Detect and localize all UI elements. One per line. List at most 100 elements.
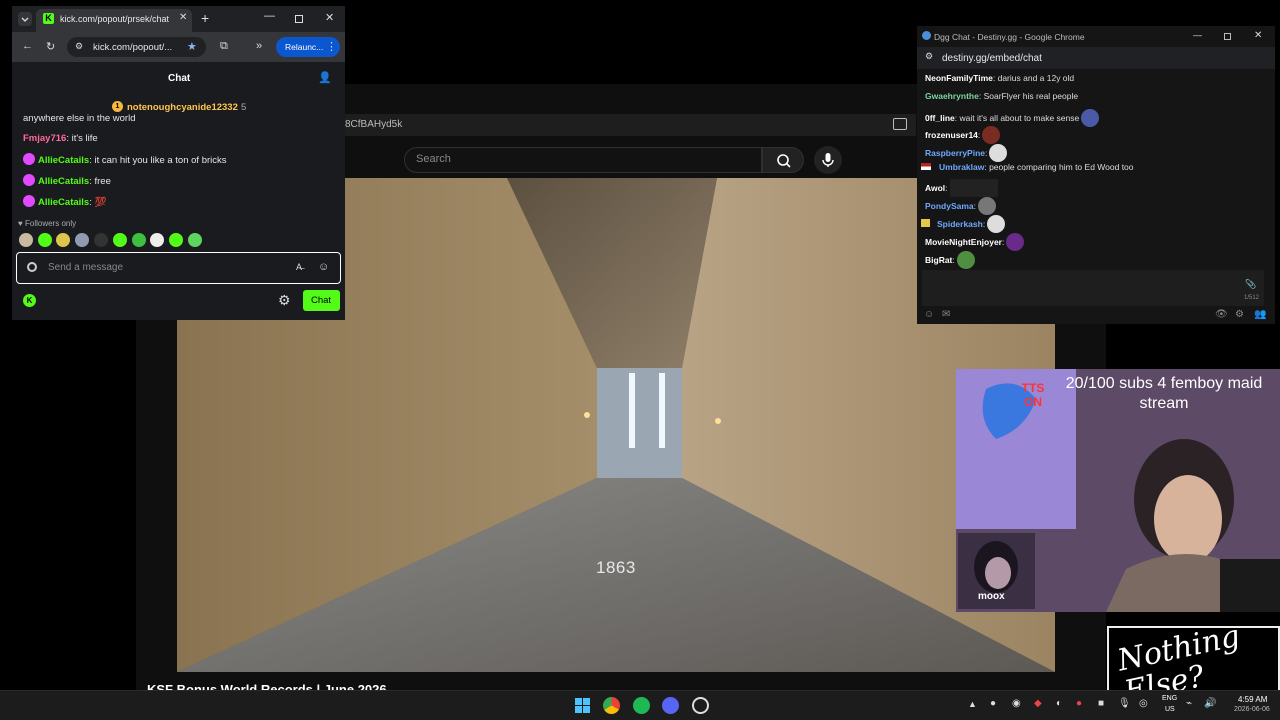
search-input[interactable] (404, 147, 762, 173)
more-tools-icon[interactable]: » (256, 40, 262, 52)
emote-icon[interactable] (188, 233, 202, 247)
tray-app-icon[interactable]: ● (990, 698, 996, 709)
emote-icon (987, 215, 1006, 233)
emote-icon[interactable] (56, 233, 70, 247)
message-username[interactable]: AllieCatails (38, 197, 89, 208)
emote-icon[interactable] (38, 233, 52, 247)
maximize-icon[interactable] (1224, 33, 1231, 40)
users-icon[interactable]: 👥 (1254, 309, 1266, 320)
emote-icon[interactable] (19, 233, 33, 247)
open-external-icon[interactable] (893, 118, 907, 130)
emote-icon[interactable] (169, 233, 183, 247)
dgg-char-count: 1/512 (1244, 295, 1260, 301)
emote-icon[interactable] (132, 233, 146, 247)
tray-app-icon[interactable]: ◐ (1056, 698, 1062, 709)
message-username[interactable]: AllieCatails (38, 176, 89, 187)
clock-date: 2026-06-06 (1234, 706, 1270, 713)
kick-tab-title: kick.com/popout/prsek/chat (60, 14, 170, 24)
dgg-username[interactable]: PondySama (925, 201, 974, 211)
gear-icon[interactable]: ⚙ (278, 292, 291, 309)
site-info-icon[interactable]: ⚙ (925, 51, 933, 62)
message-text: : free (89, 176, 111, 187)
dgg-message-input[interactable] (922, 270, 1264, 306)
dgg-username[interactable]: 0ff_line (925, 113, 955, 123)
bookmark-star-icon[interactable]: ★ (187, 40, 197, 53)
attach-icon[interactable]: 📎 (1245, 279, 1256, 290)
dgg-window-title: Dgg Chat - Destiny.gg - Google Chrome (934, 32, 1085, 42)
emote-icon (1081, 109, 1100, 127)
microphone-icon[interactable]: 🎙 (1118, 698, 1131, 709)
extensions-icon[interactable]: ⧉ (220, 40, 228, 53)
pinned-username[interactable]: notenoughcyanide12332 (127, 102, 238, 113)
tray-app-icon[interactable]: ■ (1098, 698, 1104, 709)
dgg-username[interactable]: Spiderkash (937, 219, 983, 229)
tab-search-button[interactable] (18, 12, 32, 26)
message-username[interactable]: Fmjay716 (23, 133, 66, 144)
watch-icon[interactable]: 👁 (1215, 309, 1228, 320)
steam-icon[interactable]: ◉ (1012, 698, 1021, 709)
back-icon[interactable]: ← (22, 40, 33, 52)
tray-app-icon[interactable]: ● (1076, 698, 1082, 709)
emote-icon (949, 179, 998, 197)
brave-icon[interactable]: ◆ (1034, 698, 1042, 709)
message-text: anywhere else in the world (23, 113, 136, 124)
dgg-text: : (973, 201, 977, 211)
emote-icon[interactable] (94, 233, 108, 247)
chrome-icon[interactable] (603, 697, 620, 714)
obs-icon[interactable] (692, 697, 709, 714)
network-icon[interactable]: ⌁ (1186, 698, 1192, 709)
maximize-icon[interactable] (295, 15, 303, 23)
reload-icon[interactable]: ↻ (46, 40, 55, 53)
send-chat-label: Chat (311, 295, 332, 306)
dgg-username[interactable]: BigRat (925, 255, 952, 265)
video-overlay-number: 1863 (596, 558, 636, 577)
emoji-icon[interactable]: ☺ (924, 309, 934, 320)
dgg-message: BigRat: (925, 251, 975, 269)
chat-message: AllieCatails: 💯 (23, 195, 106, 208)
spotify-icon[interactable] (633, 697, 650, 714)
emote-icon (956, 251, 975, 269)
volume-icon[interactable]: 🔊 (1204, 698, 1216, 709)
search-placeholder: Search (416, 153, 451, 165)
close-window-icon[interactable]: ✕ (325, 11, 334, 24)
dgg-username[interactable]: Awol (925, 183, 945, 193)
dgg-username[interactable]: frozenuser14 (925, 130, 978, 140)
message-username[interactable]: AllieCatails (38, 155, 89, 166)
kick-logo-icon[interactable]: K (23, 294, 36, 307)
subscriber-badge-icon (23, 195, 35, 207)
record-icon[interactable] (27, 262, 37, 272)
new-tab-icon[interactable]: + (201, 10, 209, 26)
whispers-icon[interactable]: ✉ (942, 309, 950, 320)
dgg-message: frozenuser14: (925, 126, 1001, 144)
tab-close-icon[interactable]: ✕ (179, 12, 187, 23)
minimize-icon[interactable]: — (264, 10, 275, 22)
translate-icon[interactable]: A̶ (296, 262, 302, 272)
dgg-username[interactable]: NeonFamilyTime (925, 73, 993, 83)
windows-start-icon[interactable] (574, 697, 591, 714)
emote-icon[interactable] (113, 233, 127, 247)
background-url-text: 8CfBAHyd5k (345, 119, 403, 130)
minimize-icon[interactable]: — (1193, 30, 1202, 40)
dgg-message: MovieNightEnjoyer: (925, 233, 1025, 251)
close-window-icon[interactable]: ✕ (1254, 30, 1262, 41)
user-settings-icon[interactable]: 👤 (318, 71, 332, 84)
clock-time[interactable]: 4:59 AM (1238, 695, 1267, 704)
dgg-username[interactable]: Gwaehrynthe (925, 91, 979, 101)
dgg-username[interactable]: RaspberryPine (925, 148, 985, 158)
dgg-username[interactable]: MovieNightEnjoyer (925, 237, 1002, 247)
emote-icon[interactable] (75, 233, 89, 247)
site-info-icon[interactable]: ⚙ (75, 41, 83, 52)
input-language[interactable]: ENG (1162, 695, 1177, 702)
pinned-count: 5 (241, 102, 247, 113)
gear-icon[interactable]: ⚙ (1235, 309, 1244, 320)
microphone-button[interactable] (814, 146, 842, 174)
chevron-up-icon[interactable]: ▲ (968, 699, 977, 709)
dgg-text: : darius and a 12y old (992, 73, 1075, 83)
browser-menu-icon[interactable]: ⋮ (326, 40, 337, 53)
emote-icon[interactable] (150, 233, 164, 247)
search-button[interactable] (762, 147, 804, 173)
tray-app-icon[interactable]: ◎ (1139, 698, 1148, 709)
dgg-username[interactable]: Umbraklaw (939, 162, 984, 172)
discord-icon[interactable] (662, 697, 679, 714)
emoji-icon[interactable]: ☺ (318, 261, 329, 273)
